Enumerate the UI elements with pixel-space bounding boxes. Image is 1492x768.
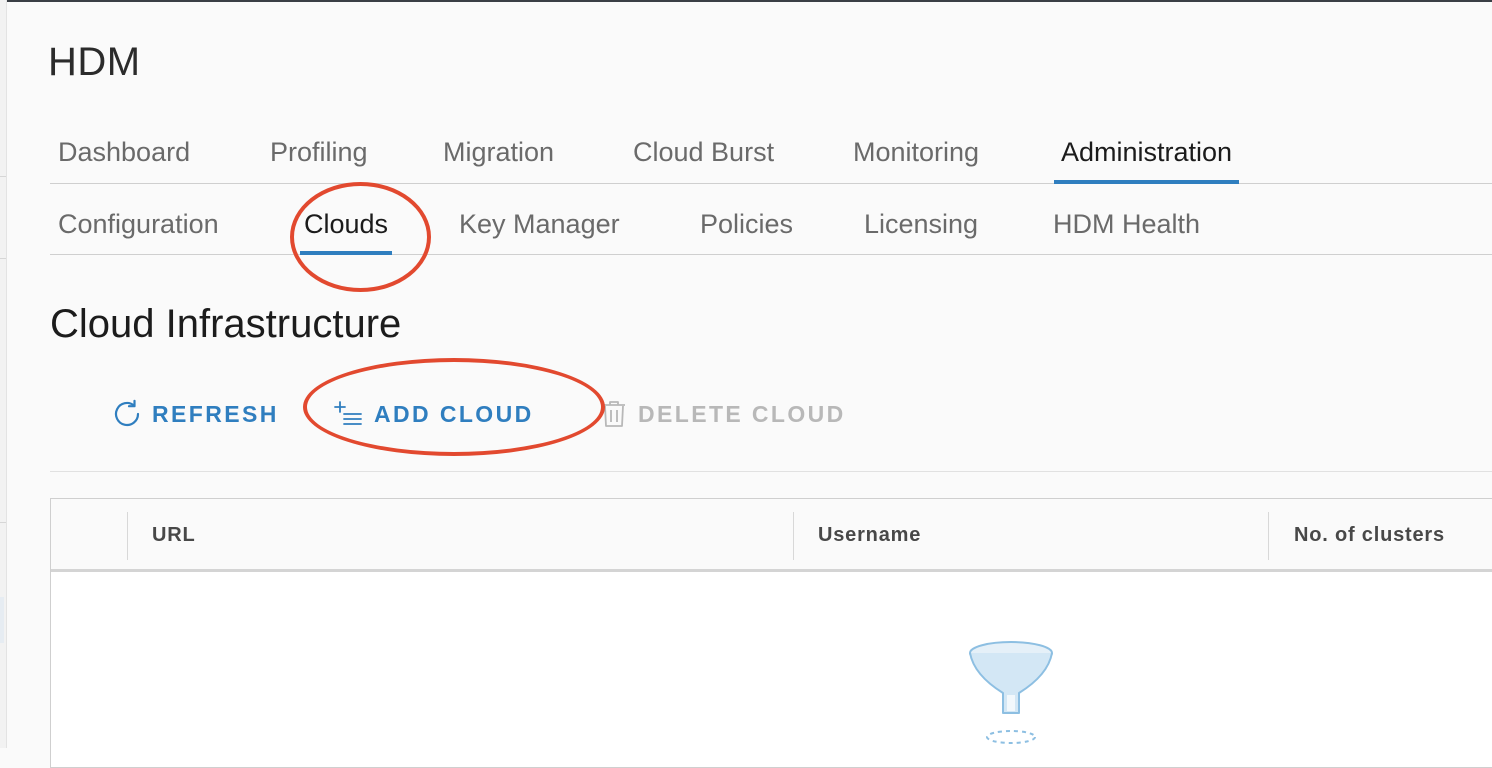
window-top-border <box>0 0 1492 2</box>
clouds-datagrid: URL Username No. of clusters <box>50 498 1492 768</box>
toolbar-divider <box>50 471 1492 472</box>
add-list-icon <box>334 399 364 429</box>
tab-profiling[interactable]: Profiling <box>270 126 368 183</box>
refresh-label: REFRESH <box>152 400 279 427</box>
tab-administration[interactable]: Administration <box>1054 126 1240 184</box>
column-header-username[interactable]: Username <box>818 499 921 569</box>
tab-cloud-burst[interactable]: Cloud Burst <box>633 126 774 183</box>
subtab-licensing[interactable]: Licensing <box>864 198 978 254</box>
tab-migration[interactable]: Migration <box>443 126 554 183</box>
column-header-url[interactable]: URL <box>152 499 196 569</box>
column-separator[interactable] <box>793 512 794 560</box>
left-sidebar-edge <box>0 0 7 748</box>
sidebar-divider <box>0 176 6 177</box>
subtab-clouds[interactable]: Clouds <box>300 198 393 255</box>
refresh-icon <box>112 399 142 429</box>
add-cloud-button[interactable]: ADD CLOUD <box>334 392 534 436</box>
tab-dashboard[interactable]: Dashboard <box>58 126 190 183</box>
secondary-nav: Configuration Clouds Key Manager Policie… <box>50 198 1492 255</box>
empty-filter-funnel-icon <box>963 639 1059 754</box>
sidebar-divider <box>0 258 6 259</box>
subtab-configuration[interactable]: Configuration <box>58 198 219 254</box>
add-cloud-label: ADD CLOUD <box>374 400 534 427</box>
subtab-hdm-health[interactable]: HDM Health <box>1053 198 1200 254</box>
column-separator <box>127 512 128 560</box>
delete-cloud-button[interactable]: DELETE CLOUD <box>600 392 846 436</box>
trash-icon <box>600 399 628 429</box>
app-title: HDM <box>48 40 141 84</box>
delete-cloud-label: DELETE CLOUD <box>638 400 846 427</box>
tab-monitoring[interactable]: Monitoring <box>853 126 979 183</box>
refresh-button[interactable]: REFRESH <box>112 392 279 436</box>
subtab-key-manager[interactable]: Key Manager <box>459 198 620 254</box>
page-title: Cloud Infrastructure <box>50 302 402 346</box>
column-separator[interactable] <box>1268 512 1269 560</box>
primary-nav: Dashboard Profiling Migration Cloud Burs… <box>50 126 1492 184</box>
subtab-policies[interactable]: Policies <box>700 198 793 254</box>
datagrid-header: URL Username No. of clusters <box>51 499 1492 572</box>
sidebar-divider <box>0 522 6 523</box>
sidebar-active-indicator <box>0 597 4 643</box>
column-header-clusters[interactable]: No. of clusters <box>1294 499 1445 569</box>
